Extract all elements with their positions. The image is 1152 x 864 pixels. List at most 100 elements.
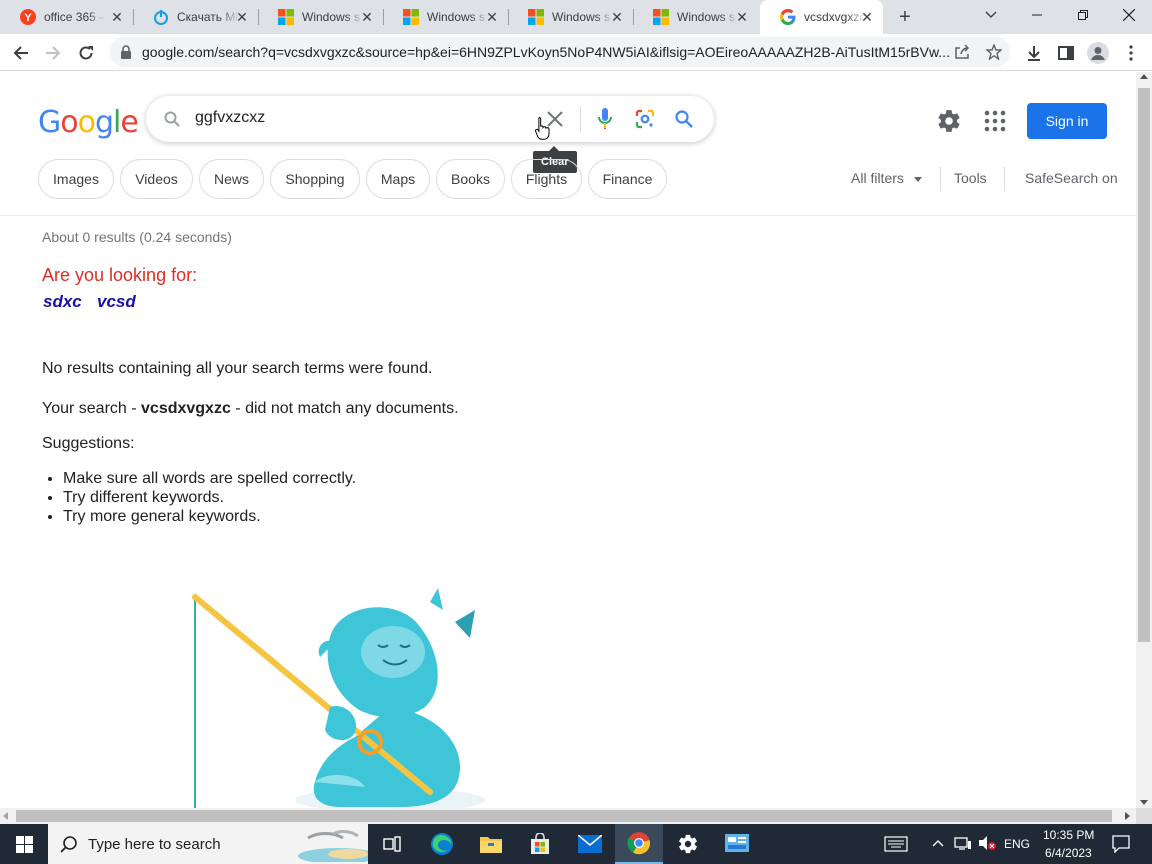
forward-arrow-icon[interactable] [40, 40, 66, 66]
tab-strip: Y office 365 – ✕ Скачать Mi ✕ Windows s … [0, 0, 1152, 34]
google-results-page: Google ggfvxzcxz Clear Sign in Images Vi… [0, 72, 1136, 808]
no-results-message: No results containing all your search te… [42, 360, 433, 377]
search-icon [60, 836, 77, 853]
close-icon[interactable]: ✕ [484, 9, 500, 25]
microsoft-icon [278, 9, 294, 25]
taskbar-search-box[interactable]: Type here to search [48, 824, 368, 864]
hand-cursor-icon [535, 117, 550, 140]
vertical-scrollbar[interactable] [1136, 72, 1152, 808]
svg-text:Y: Y [24, 12, 32, 24]
search-box[interactable]: ggfvxzcxz [146, 96, 714, 142]
vertical-scroll-thumb[interactable] [1138, 88, 1150, 642]
tab-windows-2[interactable]: Windows s ✕ [383, 0, 509, 34]
lock-icon[interactable] [120, 45, 132, 59]
tab-title: office 365 – [44, 10, 106, 24]
tab-search-chevron-icon[interactable] [968, 0, 1014, 30]
tab-windows-1[interactable]: Windows s ✕ [258, 0, 384, 34]
beach-search-highlight-icon [298, 830, 368, 862]
windows-start-icon[interactable] [0, 824, 48, 864]
are-you-looking-for-heading: Are you looking for: [42, 265, 198, 285]
clock-date[interactable]: 6/4/2023 [1045, 846, 1092, 860]
edge-icon[interactable] [418, 824, 466, 864]
file-explorer-icon[interactable] [467, 824, 515, 864]
google-logo[interactable]: Google [38, 105, 139, 140]
microsoft-icon [653, 9, 669, 25]
chip-shopping[interactable]: Shopping [270, 159, 360, 199]
mail-icon[interactable] [566, 824, 614, 864]
address-bar[interactable]: google.com/search?q=vcsdxvgxzc&source=hp… [110, 37, 1010, 67]
all-filters-dropdown[interactable]: All filters [851, 170, 922, 186]
clock-time[interactable]: 10:35 PM [1043, 828, 1094, 842]
url-text[interactable]: google.com/search?q=vcsdxvgxzc&source=hp… [142, 44, 952, 60]
tab-windows-4[interactable]: Windows s ✕ [633, 0, 758, 34]
taskbar-search-placeholder: Type here to search [88, 836, 221, 853]
notification-center-icon[interactable] [1112, 835, 1130, 856]
search-submit-icon[interactable] [672, 107, 696, 131]
scroll-down-arrow-icon[interactable] [1140, 800, 1148, 805]
suggestion-tips-list: Make sure all words are spelled correctl… [63, 469, 356, 526]
tools-button[interactable]: Tools [954, 170, 987, 186]
task-view-icon[interactable] [368, 824, 416, 864]
search-input[interactable]: ggfvxzcxz [195, 109, 265, 127]
close-icon[interactable]: ✕ [734, 9, 750, 25]
settings-gear-taskbar-icon[interactable] [664, 824, 712, 864]
window-close-icon[interactable] [1106, 0, 1152, 30]
tab-google-active[interactable]: vcsdxvgxzc ✕ [760, 0, 883, 34]
apps-grid-icon[interactable] [984, 110, 1006, 132]
restore-icon[interactable] [1060, 0, 1106, 30]
close-icon[interactable]: ✕ [234, 9, 250, 25]
close-icon[interactable]: ✕ [609, 9, 625, 25]
close-icon[interactable]: ✕ [359, 9, 375, 25]
microsoft-icon [528, 9, 544, 25]
back-arrow-icon[interactable] [8, 40, 34, 66]
side-panel-icon[interactable] [1053, 40, 1079, 66]
google-lens-icon[interactable] [633, 107, 657, 131]
your-search-message: Your search - vcsdxvgxzc - did not match… [42, 400, 459, 417]
safesearch-button[interactable]: SafeSearch on [1025, 170, 1118, 186]
sign-in-button[interactable]: Sign in [1027, 103, 1107, 139]
tab-office365[interactable]: Y office 365 – ✕ [0, 0, 134, 34]
bookmark-star-icon[interactable] [986, 44, 1002, 60]
yandex-icon: Y [20, 9, 36, 25]
tab-title: Скачать Mi [177, 10, 238, 24]
tab-skachat[interactable]: Скачать Mi ✕ [133, 0, 259, 34]
browser-menu-icon[interactable] [1118, 40, 1144, 66]
settings-gear-icon[interactable] [936, 108, 962, 134]
chip-flights[interactable]: Flights [511, 159, 582, 199]
horizontal-scroll-thumb[interactable] [16, 810, 1112, 822]
chip-news[interactable]: News [199, 159, 264, 199]
scroll-up-arrow-icon[interactable] [1140, 74, 1148, 79]
tab-windows-3[interactable]: Windows s ✕ [508, 0, 634, 34]
chip-books[interactable]: Books [436, 159, 505, 199]
dropdown-arrow-icon [913, 176, 922, 182]
keyboard-layout-icon[interactable] [872, 824, 920, 864]
download-icon[interactable] [1021, 40, 1047, 66]
control-panel-icon[interactable] [713, 824, 761, 864]
tray-chevron-up-icon[interactable] [932, 836, 944, 850]
share-icon[interactable] [954, 44, 970, 60]
microphone-icon[interactable] [593, 107, 617, 131]
reload-icon[interactable] [73, 40, 99, 66]
minimize-icon[interactable] [1014, 0, 1060, 30]
microsoft-store-icon[interactable] [516, 824, 564, 864]
chip-finance[interactable]: Finance [588, 159, 667, 199]
network-icon[interactable] [954, 835, 972, 854]
suggestion-link[interactable]: vcsd [97, 292, 136, 312]
close-icon[interactable]: ✕ [109, 9, 125, 25]
close-icon[interactable]: ✕ [859, 9, 875, 25]
chip-images[interactable]: Images [38, 159, 114, 199]
new-tab-plus-icon[interactable]: + [893, 5, 917, 29]
chrome-icon[interactable] [615, 824, 663, 864]
volume-muted-icon[interactable] [978, 835, 996, 854]
suggestion-link[interactable]: sdxc [43, 292, 82, 312]
scroll-left-arrow-icon[interactable] [3, 812, 8, 820]
scroll-right-arrow-icon[interactable] [1125, 812, 1130, 820]
chip-maps[interactable]: Maps [366, 159, 430, 199]
result-stats: About 0 results (0.24 seconds) [42, 229, 232, 245]
google-icon [780, 9, 796, 25]
chip-videos[interactable]: Videos [120, 159, 193, 199]
tab-title: Windows s [677, 10, 736, 24]
horizontal-scrollbar[interactable] [0, 808, 1136, 824]
profile-avatar-icon[interactable] [1085, 40, 1111, 66]
language-indicator[interactable]: ENG [1004, 837, 1030, 851]
